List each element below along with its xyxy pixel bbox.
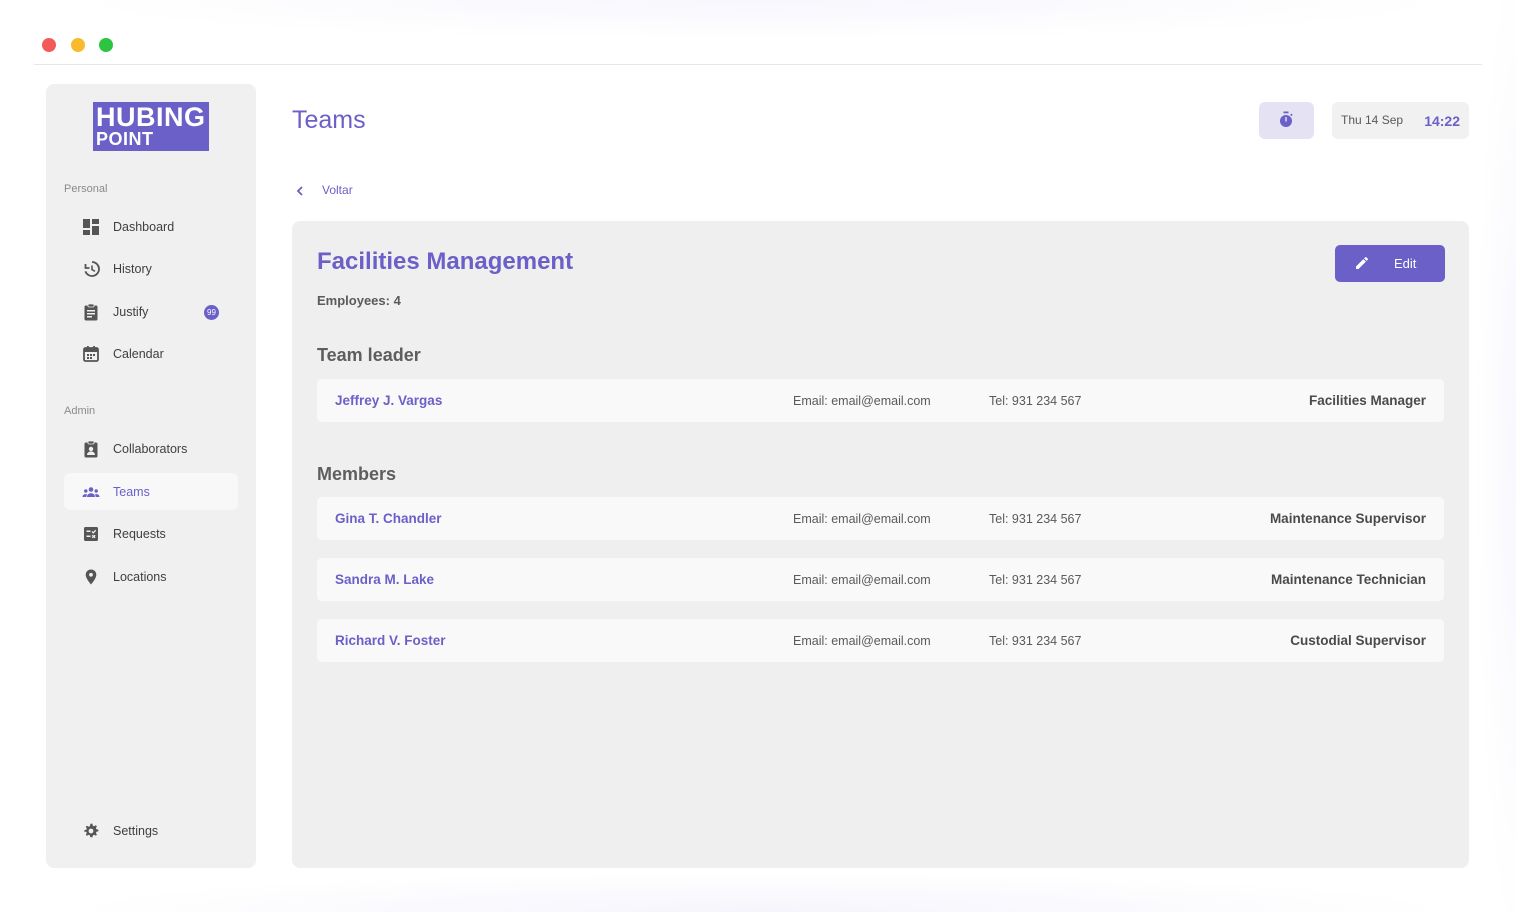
member-email: Email: email@email.com xyxy=(793,634,931,648)
sidebar-item-collaborators[interactable]: Collaborators xyxy=(64,430,238,467)
member-email: Email: email@email.com xyxy=(793,573,931,587)
maximize-window-button[interactable] xyxy=(99,38,113,52)
history-icon xyxy=(84,261,100,277)
chevron-left-icon xyxy=(296,186,303,196)
sidebar-item-label: Dashboard xyxy=(113,219,175,234)
members-heading: Members xyxy=(317,464,397,484)
member-phone: Tel: 931 234 567 xyxy=(989,573,1082,587)
member-name[interactable]: Gina T. Chandler xyxy=(335,511,442,526)
sidebar-item-label: Justify xyxy=(113,304,149,319)
member-row: Richard V. Foster Email: email@email.com… xyxy=(317,619,1444,662)
current-date: Thu 14 Sep xyxy=(1341,113,1404,127)
page-title: Teams xyxy=(292,106,366,134)
sidebar-item-justify[interactable]: Justify 99 xyxy=(64,293,238,330)
requests-icon xyxy=(84,527,98,541)
gear-icon xyxy=(84,823,99,838)
member-row: Gina T. Chandler Email: email@email.com … xyxy=(317,497,1444,540)
notification-badge: 99 xyxy=(204,305,219,320)
collaborators-icon xyxy=(84,440,98,458)
member-role: Custodial Supervisor xyxy=(1290,633,1426,648)
employee-count: Employees: 4 xyxy=(317,293,401,308)
sidebar-item-label: Teams xyxy=(113,484,150,499)
minimize-window-button[interactable] xyxy=(71,38,85,52)
calendar-icon xyxy=(83,346,99,362)
sidebar-item-label: Calendar xyxy=(113,346,164,361)
window-titlebar xyxy=(34,28,1482,65)
member-email: Email: email@email.com xyxy=(793,394,931,408)
sidebar-item-requests[interactable]: Requests xyxy=(64,515,238,552)
sidebar-item-label: History xyxy=(113,261,152,276)
sidebar-item-teams[interactable]: Teams xyxy=(64,473,238,510)
sidebar-item-history[interactable]: History xyxy=(64,250,238,287)
member-role: Maintenance Supervisor xyxy=(1269,511,1426,526)
clipboard-icon xyxy=(84,303,98,321)
dashboard-icon xyxy=(83,219,99,235)
member-role: Maintenance Technician xyxy=(1270,572,1426,587)
sidebar-item-dashboard[interactable]: Dashboard xyxy=(64,208,238,245)
logo-line2: POINT xyxy=(96,129,154,149)
stopwatch-icon xyxy=(1280,111,1293,127)
member-phone: Tel: 931 234 567 xyxy=(989,512,1082,526)
logo: HUBING POINT xyxy=(93,102,209,151)
close-window-button[interactable] xyxy=(42,38,56,52)
date-time-display: Thu 14 Sep 14:22 xyxy=(1332,102,1469,139)
sidebar-item-locations[interactable]: Locations xyxy=(64,558,238,595)
sidebar-item-label: Requests xyxy=(113,526,166,541)
location-pin-icon xyxy=(85,569,97,585)
sidebar-item-label: Locations xyxy=(113,569,167,584)
sidebar-item-label: Collaborators xyxy=(113,441,188,456)
team-detail-card: Facilities Management Employees: 4 Edit … xyxy=(292,221,1469,868)
member-name[interactable]: Jeffrey J. Vargas xyxy=(335,393,442,408)
team-leader-heading: Team leader xyxy=(317,345,421,365)
team-name: Facilities Management xyxy=(317,248,574,275)
sidebar-item-label: Settings xyxy=(113,823,159,838)
member-name[interactable]: Sandra M. Lake xyxy=(335,572,434,587)
sidebar: HUBING POINT Personal Dashboard History … xyxy=(46,84,256,868)
pencil-icon xyxy=(1356,256,1369,269)
back-label: Voltar xyxy=(322,183,353,197)
team-leader-row: Jeffrey J. Vargas Email: email@email.com… xyxy=(317,379,1444,422)
section-label-personal: Personal xyxy=(64,183,108,195)
member-phone: Tel: 931 234 567 xyxy=(989,394,1082,408)
member-row: Sandra M. Lake Email: email@email.com Te… xyxy=(317,558,1444,601)
member-role: Facilities Manager xyxy=(1308,393,1426,408)
member-phone: Tel: 931 234 567 xyxy=(989,634,1082,648)
sidebar-item-calendar[interactable]: Calendar xyxy=(64,335,238,372)
member-email: Email: email@email.com xyxy=(793,512,931,526)
logo-line1: HUBING xyxy=(96,102,206,132)
current-time: 14:22 xyxy=(1424,113,1460,129)
sidebar-item-settings[interactable]: Settings xyxy=(64,812,238,849)
teams-icon xyxy=(82,487,100,497)
edit-button-label: Edit xyxy=(1394,256,1417,271)
timer-button[interactable] xyxy=(1259,102,1314,139)
edit-button[interactable]: Edit xyxy=(1335,245,1445,282)
member-name[interactable]: Richard V. Foster xyxy=(335,633,446,648)
section-label-admin: Admin xyxy=(64,405,96,417)
